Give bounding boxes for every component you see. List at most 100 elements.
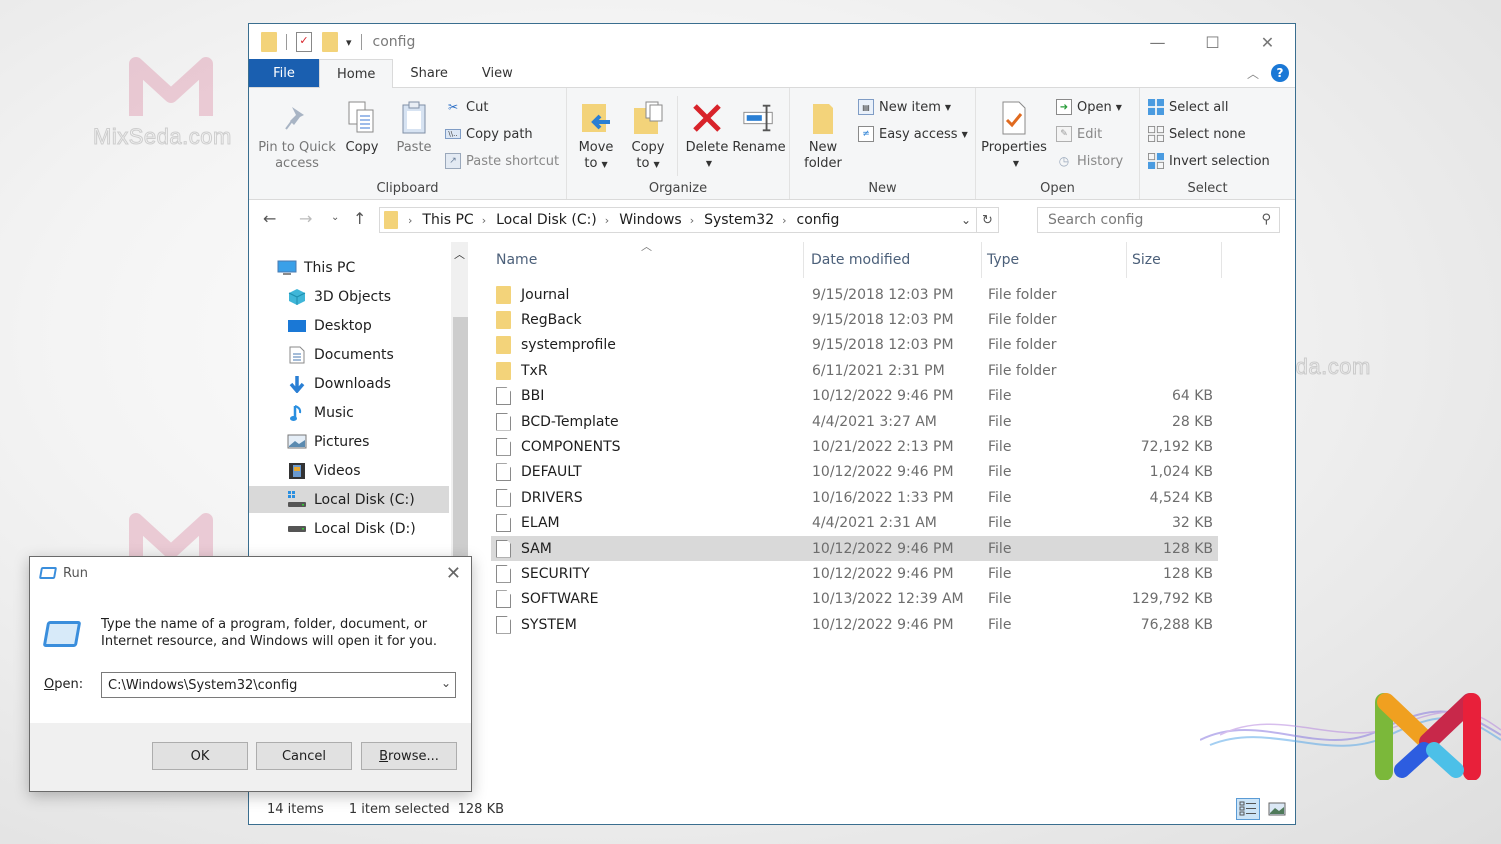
column-header-type[interactable]: Type — [982, 242, 1127, 278]
clipboard-group: Pin to Quick access Copy Paste ✂ Cut \\.… — [249, 88, 567, 199]
nav-item-label: Documents — [314, 346, 394, 363]
close-icon[interactable]: ✕ — [446, 563, 461, 584]
copy-path-button[interactable]: \\.. Copy path — [445, 123, 533, 145]
file-row[interactable]: DRIVERS 10/16/2022 1:33 PM File 4,524 KB — [491, 485, 1218, 510]
browse-button[interactable]: Browse... — [361, 742, 457, 770]
nav-item-pictures[interactable]: Pictures — [249, 428, 449, 455]
pin-to-quick-access-button[interactable]: Pin to Quick access — [257, 100, 337, 172]
recent-locations-chevron-icon[interactable]: ⌄ — [331, 212, 339, 223]
chevron-down-icon[interactable]: ⌄ — [441, 676, 451, 690]
tab-file[interactable]: File — [249, 59, 319, 87]
back-arrow-icon[interactable]: ← — [263, 209, 276, 228]
breadcrumb-local-disk-c[interactable]: Local Disk (C:) — [496, 212, 597, 228]
search-input[interactable]: Search config ⚲ — [1037, 207, 1280, 233]
scroll-up-icon[interactable]: ︿ — [451, 242, 468, 264]
delete-button[interactable]: Delete ▼ — [685, 100, 729, 172]
breadcrumb-config[interactable]: config — [797, 212, 840, 228]
breadcrumb-this-pc[interactable]: This PC — [422, 212, 473, 228]
scrollbar-thumb[interactable] — [453, 317, 468, 557]
new-folder-quick-icon[interactable] — [322, 32, 338, 52]
file-row[interactable]: SAM 10/12/2022 9:46 PM File 128 KB — [491, 536, 1218, 561]
large-icons-view-button[interactable] — [1265, 798, 1289, 820]
nav-item-label: Desktop — [314, 317, 372, 334]
rename-button[interactable]: Rename — [732, 100, 786, 156]
column-header-size[interactable]: Size — [1127, 242, 1222, 278]
minimize-button[interactable]: — — [1130, 24, 1185, 60]
copy-button[interactable]: Copy — [343, 100, 381, 156]
organize-group: Move to ▼ Copy to ▼ Delete ▼ Rename Orga… — [567, 88, 790, 199]
maximize-button[interactable]: ☐ — [1185, 24, 1240, 60]
address-history-chevron-icon[interactable]: ⌄ — [956, 213, 976, 227]
forward-arrow-icon[interactable]: → — [299, 209, 312, 228]
nav-item-local-disk-d[interactable]: Local Disk (D:) — [249, 515, 449, 542]
cancel-button[interactable]: Cancel — [256, 742, 352, 770]
properties-quick-icon[interactable]: ✓ — [296, 32, 312, 52]
details-view-button[interactable] — [1236, 798, 1260, 820]
file-row[interactable]: BCD-Template 4/4/2021 3:27 AM File 28 KB — [491, 409, 1218, 434]
file-name: RegBack — [521, 311, 582, 328]
open-button[interactable]: ➜ Open ▼ — [1056, 96, 1122, 118]
nav-item-downloads[interactable]: Downloads — [249, 370, 449, 397]
move-to-button[interactable]: Move to ▼ — [575, 100, 617, 173]
breadcrumb-system32[interactable]: System32 — [704, 212, 774, 228]
nav-item-documents[interactable]: Documents — [249, 341, 449, 368]
file-row[interactable]: systemprofile 9/15/2018 12:03 PM File fold… — [491, 333, 1218, 358]
nav-item-videos[interactable]: Videos — [249, 457, 449, 484]
help-icon[interactable]: ? — [1271, 64, 1289, 82]
file-row[interactable]: Journal 9/15/2018 12:03 PM File folder — [491, 282, 1218, 307]
file-name: DRIVERS — [521, 489, 583, 506]
column-header-date-modified[interactable]: Date modified — [806, 242, 982, 278]
file-row[interactable]: SYSTEM 10/12/2022 9:46 PM File 76,288 KB — [491, 612, 1218, 637]
new-item-button[interactable]: ▤ New item ▼ — [858, 96, 951, 118]
breadcrumb-windows[interactable]: Windows — [619, 212, 682, 228]
file-row[interactable]: TxR 6/11/2021 2:31 PM File folder — [491, 358, 1218, 383]
file-row[interactable]: SECURITY 10/12/2022 9:46 PM File 128 KB — [491, 561, 1218, 586]
tab-share[interactable]: Share — [393, 59, 465, 87]
tab-view[interactable]: View — [465, 59, 530, 87]
file-row[interactable]: DEFAULT 10/12/2022 9:46 PM File 1,024 KB — [491, 460, 1218, 485]
select-none-button[interactable]: Select none — [1148, 123, 1246, 145]
new-group: New folder ▤ New item ▼ ≠ Easy access ▼ Ne… — [790, 88, 976, 199]
cut-button[interactable]: ✂ Cut — [445, 96, 488, 118]
refresh-icon[interactable]: ↻ — [976, 208, 998, 232]
paste-button[interactable]: Paste — [395, 100, 433, 156]
file-size: 32 KB — [1171, 515, 1213, 532]
history-button[interactable]: ◷ History — [1056, 150, 1124, 172]
nav-item-local-disk-c[interactable]: Local Disk (C:) — [249, 486, 449, 513]
edit-button[interactable]: ✎ Edit — [1056, 123, 1102, 145]
group-label: Organize — [648, 181, 708, 196]
column-header-name[interactable]: Name — [491, 242, 804, 278]
select-all-button[interactable]: Select all — [1148, 96, 1228, 118]
file-name: SOFTWARE — [521, 591, 599, 608]
ok-button[interactable]: OK — [152, 742, 248, 770]
file-row[interactable]: COMPONENTS 10/21/2022 2:13 PM File 72,192 K… — [491, 434, 1218, 459]
folder-icon — [261, 32, 277, 52]
file-row[interactable]: SOFTWARE 10/13/2022 12:39 AM File 129,792 K… — [491, 587, 1218, 612]
copy-to-button[interactable]: Copy to ▼ — [627, 100, 669, 173]
nav-item-desktop[interactable]: Desktop — [249, 312, 449, 339]
address-bar[interactable]: › This PC › Local Disk (C:) › Windows › … — [379, 207, 999, 233]
nav-item-label: Local Disk (D:) — [314, 520, 416, 537]
navigation-pane-scrollbar[interactable]: ︿ — [451, 242, 468, 557]
properties-button[interactable]: Properties ▼ — [981, 100, 1047, 172]
open-group: Properties ▼ ➜ Open ▼ ✎ Edit ◷ History Op… — [976, 88, 1140, 199]
nav-item-this-pc[interactable]: This PC — [249, 254, 449, 281]
paste-shortcut-button[interactable]: ↗ Paste shortcut — [445, 150, 559, 172]
file-row[interactable]: RegBack 9/15/2018 12:03 PM File folder — [491, 307, 1218, 332]
tab-home[interactable]: Home — [319, 59, 394, 88]
easy-access-button[interactable]: ≠ Easy access ▼ — [858, 123, 968, 145]
new-folder-button[interactable]: New folder — [798, 100, 848, 172]
invert-selection-button[interactable]: Invert selection — [1148, 150, 1270, 172]
nav-item-music[interactable]: Music — [249, 399, 449, 426]
up-arrow-icon[interactable]: ↑ — [353, 209, 366, 228]
file-row[interactable]: ELAM 4/4/2021 2:31 AM File 32 KB — [491, 511, 1218, 536]
close-button[interactable]: ✕ — [1240, 24, 1295, 60]
open-combobox-input[interactable]: C:\Windows\System32\config ⌄ — [101, 672, 456, 698]
mixseda-logo — [1375, 693, 1481, 780]
nav-item-3d-objects[interactable]: 3D Objects — [249, 283, 449, 310]
customize-quick-access-icon[interactable]: ▾ — [346, 36, 352, 49]
collapse-ribbon-icon[interactable]: ︿ — [1247, 65, 1259, 82]
search-icon[interactable]: ⚲ — [1261, 212, 1271, 227]
ribbon-tabs: File Home Share View ︿ ? — [249, 59, 1295, 88]
file-row[interactable]: BBI 10/12/2022 9:46 PM File 64 KB — [491, 384, 1218, 409]
